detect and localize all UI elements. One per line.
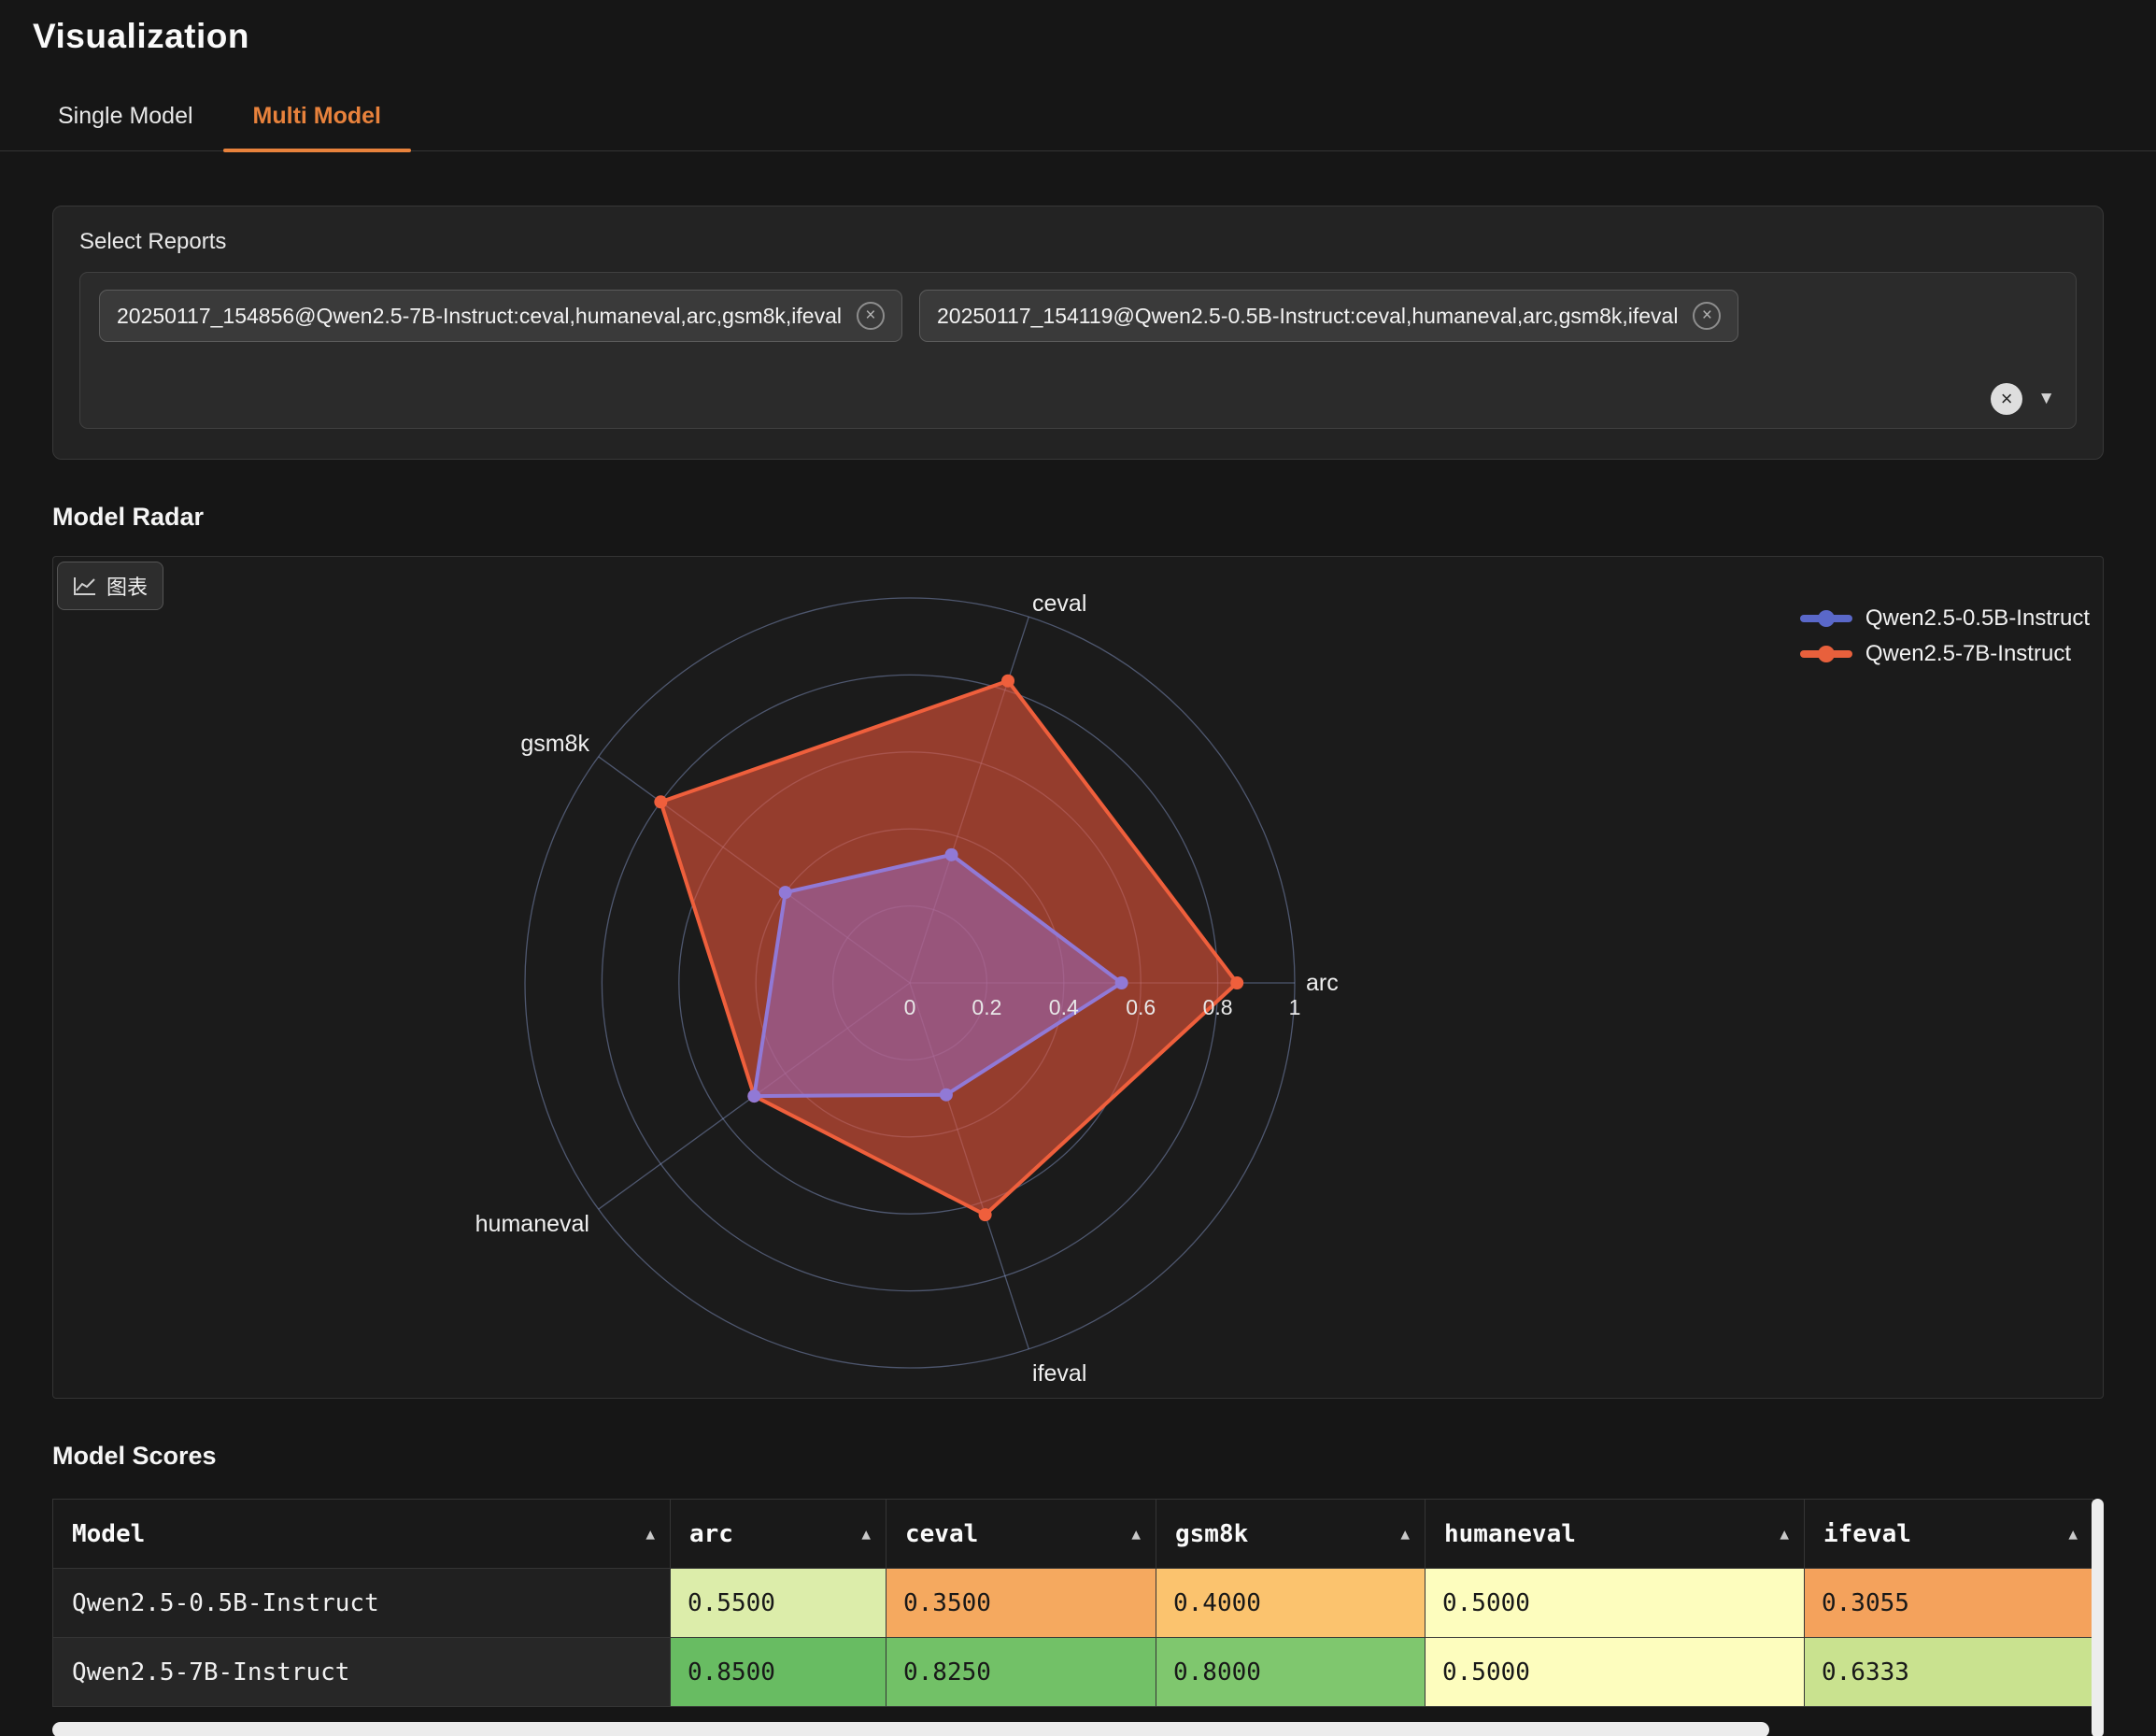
radar-tick-label: 0.2 — [972, 995, 1001, 1019]
select-reports-panel: Select Reports 20250117_154856@Qwen2.5-7… — [52, 206, 2104, 460]
tab-multi-model[interactable]: Multi Model — [223, 88, 411, 150]
column-header-inner: ceval ▲ — [905, 1520, 1141, 1548]
score-cell: 0.8000 — [1156, 1638, 1426, 1707]
report-chip: 20250117_154119@Qwen2.5-0.5B-Instruct:ce… — [919, 290, 1738, 342]
column-header-inner: Model ▲ — [72, 1520, 655, 1548]
column-header-label: arc — [689, 1520, 733, 1548]
radar-series-point — [940, 1089, 953, 1102]
scores-section-heading: Model Scores — [52, 1442, 2156, 1471]
chart-type-label: 图表 — [106, 571, 148, 601]
column-header-humaneval[interactable]: humaneval ▲ — [1426, 1500, 1805, 1569]
sort-icon[interactable]: ▲ — [645, 1525, 655, 1543]
radar-series-point — [1230, 976, 1243, 989]
radar-series-point — [747, 1089, 760, 1103]
table-row: Qwen2.5-0.5B-Instruct0.55000.35000.40000… — [53, 1569, 2093, 1638]
page-title: Visualization — [33, 17, 2156, 56]
table-horizontal-scrollbar[interactable] — [52, 1722, 1769, 1736]
radar-tick-label: 0.8 — [1203, 995, 1233, 1019]
chart-type-button[interactable]: 图表 — [57, 562, 163, 610]
column-header-inner: ifeval ▲ — [1823, 1520, 2078, 1548]
sort-icon[interactable]: ▲ — [2068, 1525, 2078, 1543]
chart-legend: Qwen2.5-0.5B-Instruct Qwen2.5-7B-Instruct — [1800, 605, 2090, 667]
score-cell: 0.3500 — [887, 1569, 1156, 1638]
legend-label: Qwen2.5-7B-Instruct — [1865, 641, 2071, 667]
chip-remove-button[interactable]: × — [1693, 302, 1721, 330]
model-name-cell: Qwen2.5-0.5B-Instruct — [53, 1569, 671, 1638]
report-chip-label: 20250117_154119@Qwen2.5-0.5B-Instruct:ce… — [937, 304, 1678, 329]
sort-icon[interactable]: ▲ — [1400, 1525, 1410, 1543]
score-cell: 0.5000 — [1426, 1638, 1805, 1707]
tabbar: Single Model Multi Model — [0, 88, 2156, 151]
legend-line-marker — [1800, 650, 1852, 658]
radar-series-point — [945, 848, 958, 861]
table-row: Qwen2.5-7B-Instruct0.85000.82500.80000.5… — [53, 1638, 2093, 1707]
column-header-label: Model — [72, 1520, 145, 1548]
score-cell: 0.6333 — [1805, 1638, 2093, 1707]
radar-tick-label: 0.4 — [1049, 995, 1079, 1019]
score-cell: 0.8500 — [671, 1638, 887, 1707]
radar-series-point — [1001, 675, 1014, 688]
radar-series-point — [1115, 976, 1128, 989]
dropdown-controls: × ▼ — [1991, 383, 2055, 415]
column-header-inner: humaneval ▲ — [1444, 1520, 1789, 1548]
table-header-row: Model ▲ arc ▲ ceval ▲ gsm8k ▲ humaneval ▲ ifeval ▲ — [53, 1500, 2093, 1569]
column-header-ceval[interactable]: ceval ▲ — [887, 1500, 1156, 1569]
sort-icon[interactable]: ▲ — [1131, 1525, 1141, 1543]
score-cell: 0.4000 — [1156, 1569, 1426, 1638]
radar-chart-panel: 图表 0 0.2 0.4 0.6 0.8 1arc ceval gsm8k humaneval i… — [52, 556, 2104, 1399]
column-header-model[interactable]: Model ▲ — [53, 1500, 671, 1569]
legend-dot — [1818, 610, 1835, 627]
radar-axis-label-arc: arc — [1306, 970, 1339, 996]
model-name-cell: Qwen2.5-7B-Instruct — [53, 1638, 671, 1707]
radar-tick-label: 0.6 — [1126, 995, 1156, 1019]
column-header-gsm8k[interactable]: gsm8k ▲ — [1156, 1500, 1426, 1569]
radar-tick-label: 0 — [904, 995, 916, 1019]
chevron-down-icon[interactable]: ▼ — [2037, 389, 2055, 409]
report-chip-label: 20250117_154856@Qwen2.5-7B-Instruct:ceva… — [117, 304, 842, 329]
radar-series-point — [779, 886, 792, 899]
column-header-label: ceval — [905, 1520, 978, 1548]
legend-dot — [1818, 646, 1835, 662]
sort-icon[interactable]: ▲ — [1780, 1525, 1789, 1543]
score-cell: 0.8250 — [887, 1638, 1156, 1707]
chip-remove-button[interactable]: × — [857, 302, 885, 330]
column-header-inner: gsm8k ▲ — [1175, 1520, 1410, 1548]
tab-single-model[interactable]: Single Model — [28, 88, 223, 150]
report-chip: 20250117_154856@Qwen2.5-7B-Instruct:ceva… — [99, 290, 902, 342]
model-scores-table-wrap: Model ▲ arc ▲ ceval ▲ gsm8k ▲ humaneval ▲ ifeval ▲ Q… — [52, 1499, 2104, 1736]
radar-axis-label-ifeval: ifeval — [1032, 1360, 1086, 1387]
chart-icon — [73, 576, 97, 596]
radar-axis-label-gsm8k: gsm8k — [520, 731, 589, 757]
legend-item[interactable]: Qwen2.5-0.5B-Instruct — [1800, 605, 2090, 632]
column-header-label: humaneval — [1444, 1520, 1576, 1548]
column-header-inner: arc ▲ — [689, 1520, 871, 1548]
reports-dropdown[interactable]: 20250117_154856@Qwen2.5-7B-Instruct:ceva… — [79, 272, 2077, 429]
model-scores-table: Model ▲ arc ▲ ceval ▲ gsm8k ▲ humaneval ▲ ifeval ▲ Q… — [52, 1499, 2093, 1707]
radar-series-point — [979, 1208, 992, 1221]
radar-series-point — [654, 795, 667, 808]
score-cell: 0.3055 — [1805, 1569, 2093, 1638]
column-header-label: gsm8k — [1175, 1520, 1248, 1548]
sort-icon[interactable]: ▲ — [861, 1525, 871, 1543]
table-vertical-scrollbar[interactable] — [2092, 1499, 2104, 1736]
radar-chart: 0 0.2 0.4 0.6 0.8 1arc ceval gsm8k humaneval ifev… — [53, 557, 2105, 1400]
column-header-label: ifeval — [1823, 1520, 1911, 1548]
score-cell: 0.5000 — [1426, 1569, 1805, 1638]
radar-axis-label-humaneval: humaneval — [475, 1211, 589, 1237]
column-header-arc[interactable]: arc ▲ — [671, 1500, 887, 1569]
legend-label: Qwen2.5-0.5B-Instruct — [1865, 605, 2090, 632]
legend-line-marker — [1800, 615, 1852, 622]
selected-report-chips: 20250117_154856@Qwen2.5-7B-Instruct:ceva… — [99, 290, 2057, 342]
select-reports-label: Select Reports — [79, 229, 2077, 255]
clear-all-button[interactable]: × — [1991, 383, 2022, 415]
radar-section-heading: Model Radar — [52, 503, 2156, 532]
legend-item[interactable]: Qwen2.5-7B-Instruct — [1800, 641, 2090, 667]
score-cell: 0.5500 — [671, 1569, 887, 1638]
radar-axis-label-ceval: ceval — [1032, 591, 1086, 617]
page-header: Visualization — [0, 0, 2156, 56]
column-header-ifeval[interactable]: ifeval ▲ — [1805, 1500, 2093, 1569]
radar-tick-label: 1 — [1289, 995, 1301, 1019]
